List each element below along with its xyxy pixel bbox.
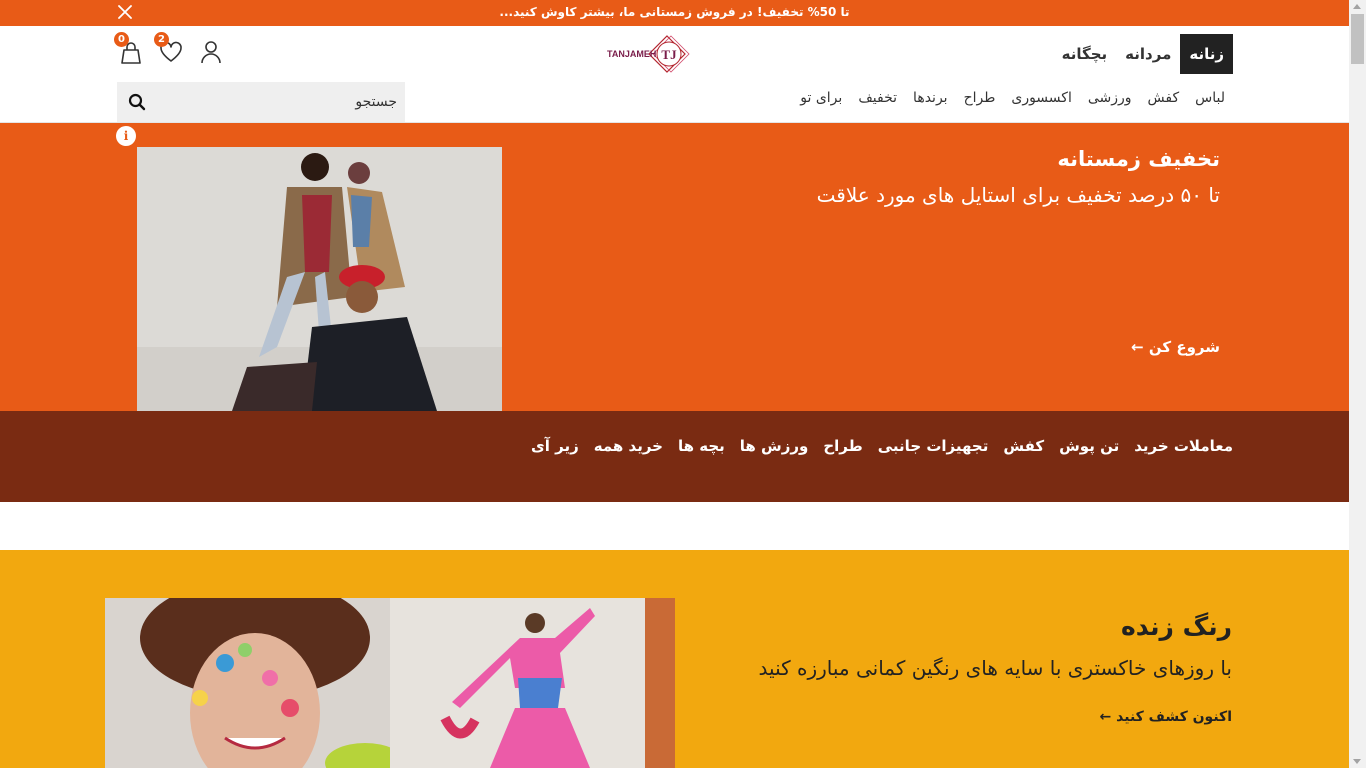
- deals-link[interactable]: ورزش ها: [740, 437, 809, 455]
- nav-shoes[interactable]: کفش: [1148, 90, 1180, 106]
- cart-button[interactable]: 0: [114, 32, 144, 66]
- vivid-subtitle: با روزهای خاکستری با سایه های رنگین کمان…: [758, 656, 1232, 680]
- deals-bar: معاملات خرید تن پوش کفش تجهیزات جانبی طر…: [0, 411, 1349, 502]
- deals-link[interactable]: طراح: [823, 437, 862, 455]
- promo-text[interactable]: تا 50% تخفیف! در فروش زمستانی ما، بیشتر …: [0, 5, 1349, 19]
- nav-for-you[interactable]: برای تو: [800, 90, 842, 106]
- hero-title: تخفیف زمستانه: [1057, 147, 1220, 171]
- promo-bar: تا 50% تخفیف! در فروش زمستانی ما، بیشتر …: [0, 0, 1349, 26]
- page: تا 50% تخفیف! در فروش زمستانی ما، بیشتر …: [0, 0, 1349, 768]
- search-input[interactable]: [157, 82, 401, 122]
- deals-link[interactable]: معاملات خرید: [1134, 437, 1233, 455]
- vivid-title: رنگ زنده: [1120, 612, 1232, 641]
- scroll-up-arrow-icon[interactable]: [1353, 4, 1361, 9]
- nav-designer[interactable]: طراح: [964, 90, 996, 106]
- close-icon[interactable]: [116, 3, 134, 21]
- user-icon: [201, 41, 221, 64]
- deals-link[interactable]: کفش: [1003, 437, 1044, 455]
- hero-cta-label: شروع کن: [1148, 338, 1220, 356]
- nav-sports[interactable]: ورزشی: [1088, 90, 1132, 106]
- tab-women[interactable]: زنانه: [1180, 34, 1233, 74]
- header-icons: 0 2: [114, 32, 224, 66]
- tab-kids[interactable]: بچگانه: [1053, 34, 1117, 74]
- nav-sale[interactable]: تخفیف: [858, 90, 897, 106]
- deals-link[interactable]: تجهیزات جانبی: [878, 437, 989, 455]
- deals-link[interactable]: بچه ها: [678, 437, 725, 455]
- logo-text: TANJAMEH: [607, 49, 656, 59]
- hero-banner: i تخفیف زمستانه تا ۵۰ درصد تخفیف برای اس…: [0, 123, 1349, 411]
- deals-links: معاملات خرید تن پوش کفش تجهیزات جانبی طر…: [531, 437, 1233, 455]
- category-nav: لباس کفش ورزشی اکسسوری طراح برندها تخفیف…: [800, 90, 1225, 106]
- vivid-colors-section: رنگ زنده با روزهای خاکستری با سایه های ر…: [0, 550, 1349, 768]
- nav-accessories[interactable]: اکسسوری: [1011, 90, 1071, 106]
- account-button[interactable]: [198, 38, 224, 66]
- deals-link[interactable]: تن پوش: [1059, 437, 1119, 455]
- scrollbar[interactable]: [1349, 0, 1366, 768]
- pink-dress-model-image[interactable]: [390, 598, 675, 768]
- info-icon[interactable]: i: [116, 126, 136, 146]
- deals-link[interactable]: خرید همه: [594, 437, 663, 455]
- hero-cta-link[interactable]: شروع کن ←: [1131, 338, 1220, 356]
- wishlist-count-badge: 2: [154, 32, 169, 47]
- vivid-cta-label: اکنون کشف کنید: [1116, 709, 1232, 725]
- nav-brands[interactable]: برندها: [913, 90, 948, 106]
- deals-link[interactable]: زیر آی: [531, 437, 579, 455]
- arrow-left-icon: ←: [1099, 709, 1112, 725]
- scroll-down-arrow-icon[interactable]: [1353, 759, 1361, 764]
- hero-image[interactable]: [137, 147, 502, 411]
- search-box: [117, 82, 405, 122]
- scroll-thumb[interactable]: [1351, 14, 1364, 64]
- site-header: زنانه مردانه بچگانه TJ TANJAMEH 0 2 لباس…: [0, 26, 1349, 123]
- search-icon[interactable]: [127, 92, 147, 112]
- tab-men[interactable]: مردانه: [1116, 34, 1180, 74]
- cart-count-badge: 0: [114, 32, 129, 47]
- wishlist-button[interactable]: 2: [154, 32, 184, 66]
- logo[interactable]: TJ TANJAMEH: [605, 34, 705, 74]
- gender-tabs: زنانه مردانه بچگانه: [1053, 34, 1233, 74]
- flower-face-model-image[interactable]: [105, 598, 390, 768]
- hero-subtitle: تا ۵۰ درصد تخفیف برای استایل های مورد عل…: [816, 183, 1220, 207]
- nav-clothing[interactable]: لباس: [1195, 90, 1225, 106]
- vivid-cta-link[interactable]: اکنون کشف کنید ←: [1100, 709, 1232, 725]
- arrow-left-icon: ←: [1131, 338, 1144, 356]
- logo-monogram: TJ: [661, 47, 677, 62]
